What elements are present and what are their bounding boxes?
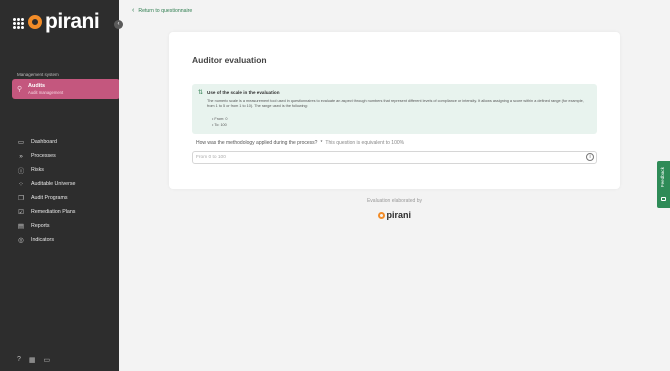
- range-to: To: 100: [212, 123, 227, 129]
- logo-text: pirani: [45, 10, 100, 33]
- sidebar-item-label: Processes: [31, 153, 56, 159]
- chevron-left-icon: ‹: [132, 7, 135, 14]
- sidebar-item-reports[interactable]: ▤ Reports: [17, 221, 50, 231]
- info-title: Use of the scale in the evaluation: [207, 90, 280, 95]
- programs-icon: ❐: [18, 195, 24, 202]
- sidebar-item-label: Indicators: [31, 237, 54, 243]
- sidebar-item-label: Remediation Plans: [31, 209, 76, 215]
- sidebar-item-indicators[interactable]: ◎ Indicators: [17, 235, 54, 245]
- sidebar-item-label: Audit Programs: [31, 195, 68, 201]
- feedback-icon: [661, 197, 666, 201]
- range-list: From: 0 To: 100: [212, 117, 227, 128]
- evaluation-card: Auditor evaluation ⇅ Use of the scale in…: [169, 32, 620, 189]
- sidebar-item-label: Dashboard: [31, 139, 57, 145]
- main-content: ‹ Return to questionnaire Auditor evalua…: [119, 0, 670, 371]
- feedback-button[interactable]: Feedback: [657, 161, 670, 208]
- sidebar-item-remediation-plans[interactable]: ☑ Remediation Plans: [17, 207, 75, 217]
- page-title: Auditor evaluation: [192, 55, 267, 65]
- footer-logo: pirani: [378, 210, 411, 220]
- required-mark: *: [320, 140, 323, 146]
- return-to-questionnaire-link[interactable]: ‹ Return to questionnaire: [132, 7, 192, 14]
- sidebar-item-risks[interactable]: ⓘ Risks: [17, 165, 44, 175]
- sidebar-item-processes[interactable]: » Processes: [17, 151, 56, 161]
- logo-ring-icon: [378, 211, 385, 219]
- sidebar-item-label: Reports: [31, 223, 50, 229]
- elaborated-by-label: Evaluation elaborated by: [366, 198, 423, 204]
- monitor-icon: ▭: [17, 139, 25, 146]
- gauge-icon: ◎: [18, 237, 24, 244]
- reports-icon: ▤: [17, 223, 25, 230]
- sidebar-item-audit-programs[interactable]: ❐ Audit Programs: [17, 193, 68, 203]
- question-weight-note: This question is equivalent to 100%: [325, 140, 405, 146]
- logo-ring-icon: [28, 15, 42, 29]
- sidebar-item-dashboard[interactable]: ▭ Dashboard: [17, 137, 57, 147]
- question-text: How was the methodology applied during t…: [196, 140, 318, 146]
- audit-module-icon: ⚲: [17, 86, 23, 93]
- nodes-icon: ⁘: [18, 181, 24, 188]
- module-selector[interactable]: ⚲ Audits Audit management: [12, 79, 125, 99]
- app-logo[interactable]: pirani: [28, 10, 100, 34]
- management-system-label: Management system: [17, 72, 59, 77]
- back-link-label: Return to questionnaire: [138, 7, 193, 14]
- help-icon[interactable]: ?: [17, 356, 21, 364]
- card-icon[interactable]: ▭: [44, 356, 51, 364]
- score-input[interactable]: [192, 151, 597, 164]
- sidebar-item-label: Risks: [31, 167, 44, 173]
- chevrons-icon: »: [19, 152, 23, 160]
- collapse-sidebar-chevron-icon[interactable]: ‹: [114, 20, 123, 29]
- scale-info-box: ⇅ Use of the scale in the evaluation The…: [192, 84, 597, 134]
- warning-icon: ⓘ: [17, 168, 25, 175]
- sidebar-footer-icons: ? ▦ ▭: [17, 356, 50, 364]
- sidebar-item-auditable-universe[interactable]: ⁘ Auditable Universe: [17, 179, 75, 189]
- footer-logo-text: pirani: [386, 210, 412, 220]
- question-label: How was the methodology applied during t…: [196, 140, 404, 146]
- apps-grid-icon[interactable]: [13, 18, 24, 29]
- documents-icon[interactable]: ▦: [29, 356, 36, 364]
- info-circle-icon[interactable]: i: [586, 153, 594, 161]
- checkbox-icon: ☑: [18, 209, 24, 216]
- module-subtitle: Audit management: [28, 90, 64, 95]
- range-from: From: 0: [212, 117, 227, 123]
- sidebar-item-label: Auditable Universe: [31, 181, 76, 187]
- module-title: Audits: [28, 83, 46, 89]
- feedback-label: Feedback: [660, 167, 665, 188]
- info-description: The numeric scale is a measurement tool …: [207, 99, 584, 109]
- sidebar: pirani ‹ Management system ⚲ Audits Audi…: [0, 0, 125, 371]
- scale-icon: ⇅: [198, 90, 204, 96]
